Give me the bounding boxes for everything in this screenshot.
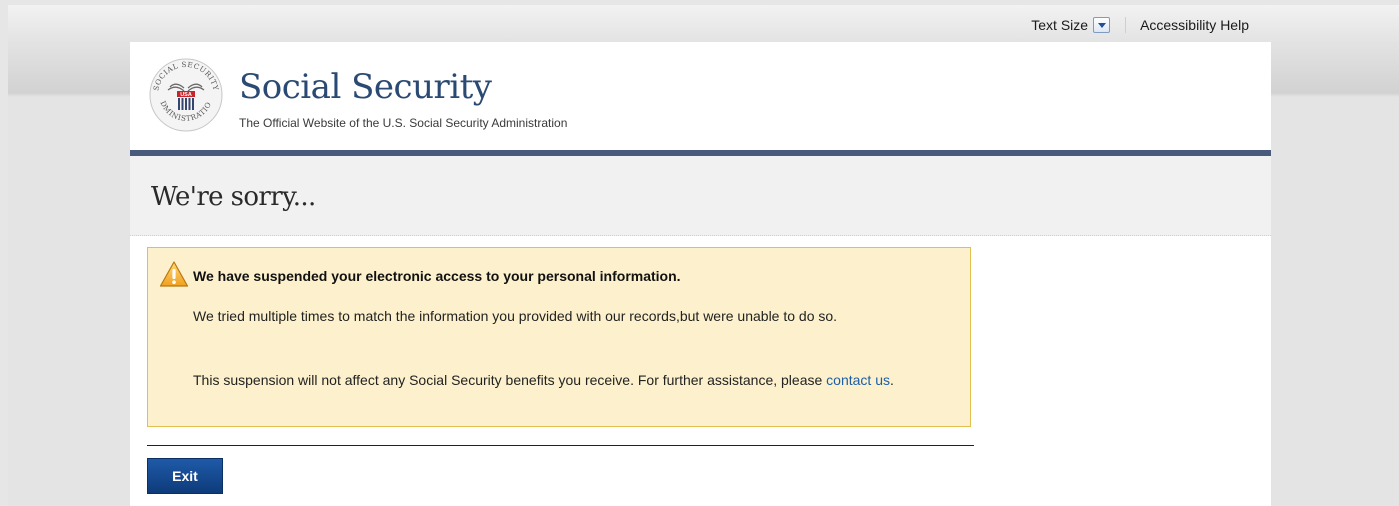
alert-assistance-text: This suspension will not affect any Soci… — [193, 372, 827, 388]
warning-icon — [159, 261, 189, 287]
page-title-band: We're sorry... — [130, 156, 1271, 236]
site-title[interactable]: Social Security — [239, 67, 492, 107]
site-header: SOCIAL SECURITY ADMINISTRATION USA Socia — [130, 42, 1271, 150]
text-size-label: Text Size — [1031, 17, 1089, 33]
alert-message-match: We tried multiple times to match the inf… — [193, 308, 838, 324]
actions-divider — [147, 445, 974, 446]
utility-divider — [1125, 17, 1127, 33]
alert-heading: We have suspended your electronic access… — [193, 268, 681, 284]
accessibility-help-link[interactable]: Accessibility Help — [1140, 17, 1249, 33]
utility-bar: Text Size Accessibility Help — [1031, 13, 1249, 37]
contact-us-link[interactable]: contact us — [826, 372, 890, 388]
text-size-dropdown-button[interactable] — [1093, 17, 1111, 33]
ssa-seal-logo-icon[interactable]: SOCIAL SECURITY ADMINISTRATION USA — [146, 55, 226, 135]
page-title: We're sorry... — [151, 182, 316, 212]
text-size-control[interactable]: Text Size — [1031, 17, 1111, 33]
exit-button[interactable]: Exit — [147, 458, 223, 494]
main-page: SOCIAL SECURITY ADMINISTRATION USA Socia — [130, 42, 1271, 506]
svg-text:USA: USA — [180, 92, 192, 98]
alert-box: We have suspended your electronic access… — [147, 247, 971, 427]
alert-message-assistance: This suspension will not affect any Soci… — [193, 370, 963, 391]
alert-period: . — [890, 372, 894, 388]
chevron-down-icon — [1097, 22, 1106, 28]
site-tagline: The Official Website of the U.S. Social … — [239, 116, 568, 130]
